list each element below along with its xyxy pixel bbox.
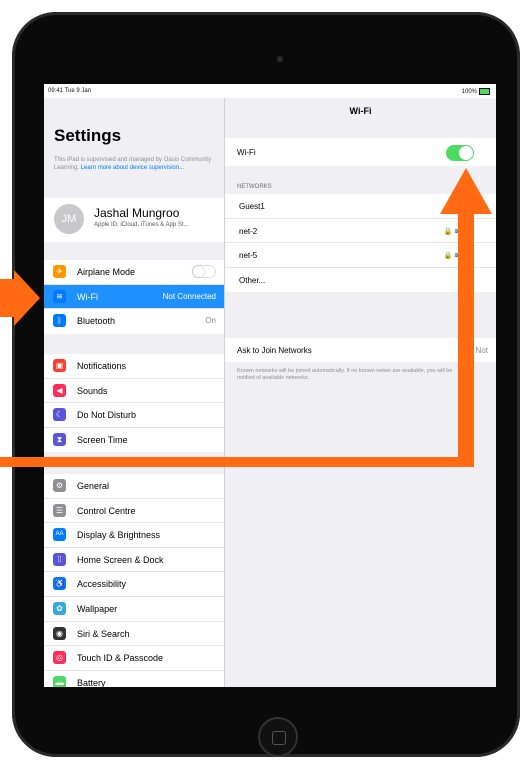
info-icon[interactable]: i bbox=[463, 201, 474, 212]
avatar: JM bbox=[54, 204, 84, 234]
sounds-icon: ◀ bbox=[53, 383, 66, 397]
sidebar-item-do-not-disturb[interactable]: ☾ Do Not Disturb bbox=[44, 403, 224, 428]
profile-subtitle: Apple ID, iCloud, iTunes & App St... bbox=[94, 222, 189, 228]
supervision-link[interactable]: Learn more about device supervision... bbox=[81, 165, 184, 171]
home-screen-icon: ⁞⁞ bbox=[53, 552, 66, 566]
status-time: 09:41 Tue 9 Jan bbox=[48, 88, 92, 94]
sidebar-item-screen-time[interactable]: ⧗ Screen Time bbox=[44, 428, 224, 453]
battery-icon bbox=[479, 88, 490, 95]
sidebar-item-general[interactable]: ⚙ General bbox=[44, 474, 224, 499]
control-centre-icon: ☰ bbox=[53, 503, 66, 517]
sidebar-item-sounds[interactable]: ◀ Sounds bbox=[44, 379, 224, 404]
notifications-icon: ▣ bbox=[53, 359, 66, 372]
network-item-other[interactable]: Other... bbox=[225, 268, 496, 293]
sidebar-item-battery[interactable]: ▬ Battery bbox=[44, 671, 224, 687]
sidebar-item-wallpaper[interactable]: ✿ Wallpaper bbox=[44, 597, 224, 622]
sidebar-item-accessibility[interactable]: ♿ Accessibility bbox=[44, 572, 224, 597]
siri-icon: ◉ bbox=[53, 626, 66, 640]
wifi-detail-pane: Wi-Fi Wi-Fi NETWORKS Guest1 🔒 ≋ i net-2 🔒… bbox=[225, 98, 496, 687]
wifi-icon: ≋ bbox=[53, 289, 66, 303]
ipad-screen: 09:41 Tue 9 Jan 100% Settings This iPad … bbox=[44, 84, 496, 687]
wifi-signal-icon: ≋ bbox=[454, 252, 460, 260]
networks-header: NETWORKS bbox=[237, 184, 272, 190]
ask-to-join-note: Known networks will be joined automatica… bbox=[237, 368, 453, 381]
sidebar-item-wifi[interactable]: ≋ Wi-Fi Not Connected bbox=[44, 284, 224, 310]
page-title: Settings bbox=[54, 126, 122, 145]
bluetooth-icon: ᛒ bbox=[53, 314, 66, 328]
airplane-mode-toggle[interactable] bbox=[192, 265, 216, 278]
ask-to-join-row[interactable]: Ask to Join Networks Not bbox=[225, 338, 496, 362]
sidebar-item-airplane-mode[interactable]: ✈ Airplane Mode bbox=[44, 260, 224, 285]
sidebar-item-bluetooth[interactable]: ᛒ Bluetooth On bbox=[44, 309, 224, 334]
sidebar-item-home-screen-dock[interactable]: ⁞⁞ Home Screen & Dock bbox=[44, 548, 224, 573]
detail-title: Wi-Fi bbox=[349, 106, 372, 116]
network-icons: 🔒 ≋ i bbox=[443, 201, 474, 212]
network-item-net-2[interactable]: net-2 🔒 ≋ i bbox=[225, 219, 496, 243]
home-button[interactable] bbox=[258, 717, 298, 757]
status-bar: 09:41 Tue 9 Jan 100% bbox=[44, 84, 496, 98]
sidebar-item-notifications[interactable]: ▣ Notifications bbox=[44, 354, 224, 379]
wifi-toggle[interactable] bbox=[446, 145, 474, 161]
settings-sidebar: Settings This iPad is supervised and man… bbox=[44, 98, 225, 687]
network-icons: 🔒 ≋ i bbox=[443, 225, 474, 237]
display-icon: AA bbox=[53, 528, 66, 542]
sidebar-item-touch-id-passcode[interactable]: ◎ Touch ID & Passcode bbox=[44, 646, 224, 671]
connectivity-group: ✈ Airplane Mode ≋ Wi-Fi Not Connected ᛒ … bbox=[44, 260, 224, 334]
accessibility-icon: ♿ bbox=[53, 577, 66, 591]
wifi-status: Not Connected bbox=[162, 291, 216, 301]
wifi-toggle-row: Wi-Fi bbox=[225, 138, 496, 166]
battery-indicator: 100% bbox=[462, 88, 490, 95]
info-icon[interactable]: i bbox=[463, 225, 474, 237]
notifications-group: ▣ Notifications ◀ Sounds ☾ Do Not Distur… bbox=[44, 354, 224, 453]
sidebar-item-control-centre[interactable]: ☰ Control Centre bbox=[44, 499, 224, 524]
wifi-signal-icon: ≋ bbox=[454, 203, 460, 211]
info-icon[interactable]: i bbox=[463, 250, 474, 261]
networks-list: Guest1 🔒 ≋ i net-2 🔒 ≋ i net-5 🔒 ≋ i Other.… bbox=[225, 194, 496, 292]
sidebar-item-siri-search[interactable]: ◉ Siri & Search bbox=[44, 622, 224, 647]
network-item-net-5[interactable]: net-5 🔒 ≋ i bbox=[225, 243, 496, 268]
supervision-note: This iPad is supervised and managed by O… bbox=[54, 157, 212, 171]
wifi-signal-icon: ≋ bbox=[454, 227, 460, 235]
moon-icon: ☾ bbox=[53, 408, 66, 422]
hourglass-icon: ⧗ bbox=[53, 432, 66, 446]
airplane-icon: ✈ bbox=[53, 265, 66, 278]
battery-icon: ▬ bbox=[53, 675, 66, 687]
profile-name: Jashal Mungroo bbox=[94, 206, 180, 220]
bluetooth-status: On bbox=[205, 316, 216, 326]
apple-id-profile[interactable]: JM Jashal Mungroo Apple ID, iCloud, iTun… bbox=[44, 198, 224, 242]
lock-icon: 🔒 bbox=[443, 203, 453, 211]
gear-icon: ⚙ bbox=[53, 479, 66, 492]
ask-to-join-value: Not bbox=[475, 346, 488, 355]
network-icons: 🔒 ≋ i bbox=[443, 250, 474, 261]
network-item-guest1[interactable]: Guest1 🔒 ≋ i bbox=[225, 194, 496, 219]
sidebar-item-display-brightness[interactable]: AA Display & Brightness bbox=[44, 523, 224, 548]
fingerprint-icon: ◎ bbox=[53, 651, 66, 665]
lock-icon: 🔒 bbox=[443, 252, 453, 260]
wallpaper-icon: ✿ bbox=[53, 601, 66, 615]
lock-icon: 🔒 bbox=[443, 227, 453, 235]
camera-icon bbox=[277, 56, 283, 62]
general-group: ⚙ General ☰ Control Centre AA Display & … bbox=[44, 474, 224, 687]
